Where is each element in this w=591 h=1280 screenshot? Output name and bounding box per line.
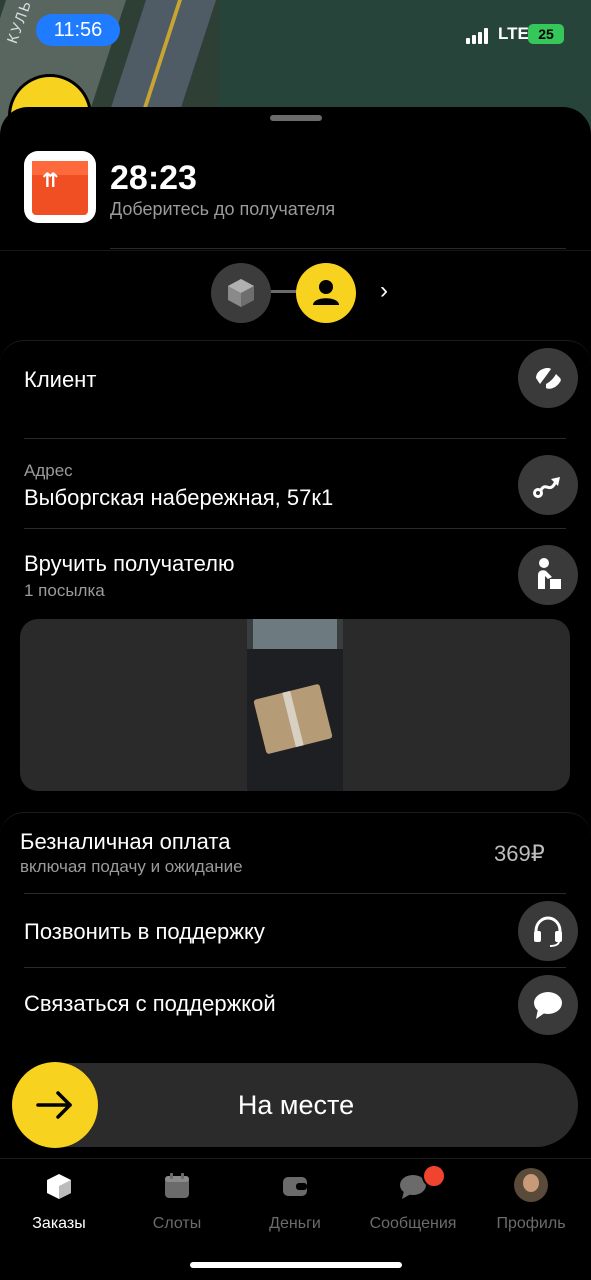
divider [24,438,566,439]
tab-label: Сообщения [369,1215,457,1232]
route-icon [533,477,560,498]
navigate-button[interactable] [518,455,578,515]
handover-icon [538,558,561,589]
status-time[interactable]: 11:56 [36,14,120,46]
tab-slots[interactable]: Слоты [118,1169,236,1239]
handover-count: 1 посылка [24,581,105,600]
sheet-grabber[interactable] [270,115,322,121]
call-client-button[interactable] [518,348,578,408]
call-support-button[interactable] [518,901,578,961]
avatar[interactable] [514,1168,548,1202]
tab-money[interactable]: Деньги [236,1169,354,1239]
package-icon [228,279,254,307]
contact-support-button[interactable] [518,975,578,1035]
arrived-button-label[interactable]: На месте [14,1063,578,1147]
tab-orders[interactable]: Заказы [0,1169,118,1239]
signal-icon [466,28,492,44]
call-support-label[interactable]: Позвонить в поддержку [24,919,265,945]
chevron-right-icon[interactable]: › [380,277,388,305]
payment-title: Безналичная оплата [20,829,231,854]
route-step-pickup[interactable] [211,263,271,323]
address-value[interactable]: Выборгская набережная, 57к1 [24,485,333,511]
route-step-recipient[interactable] [296,263,356,323]
payment-subtitle: включая подачу и ожидание [20,857,243,876]
address-caption: Адрес [24,461,73,480]
home-indicator[interactable] [190,1262,402,1268]
delivery-box-icon: ⇈ [24,151,96,223]
person-icon [313,280,339,305]
divider [24,893,566,894]
divider [24,528,566,529]
order-header-sheet[interactable]: ⇈ 28:23 Доберитесь до получателя › [0,107,591,335]
network-type: LTE [498,24,529,43]
divider [24,967,566,968]
parcel-photo-card[interactable] [20,619,570,791]
tab-label: Профиль [496,1215,566,1232]
contact-support-label[interactable]: Связаться с поддержкой [24,991,276,1017]
client-label[interactable]: Клиент [24,367,96,393]
divider [110,248,566,249]
tab-label: Деньги [269,1215,321,1232]
wallet-icon [283,1177,307,1196]
battery-level: 25 [538,26,554,42]
orders-icon [47,1174,71,1199]
delivery-details-card: Клиент Адрес Выборгская набережная, 57к1… [0,340,591,806]
handover-button[interactable] [518,545,578,605]
headset-icon [534,916,562,947]
countdown-timer: 28:23 [110,159,197,197]
status-bar: 11:56 LTE 25 [0,0,591,60]
handover-title[interactable]: Вручить получателю [24,551,234,577]
parcel-photo[interactable] [247,619,343,791]
divider [0,250,591,251]
calendar-icon [165,1173,189,1198]
order-price: 369₽ [494,841,545,866]
tab-label: Слоты [152,1215,202,1232]
order-status-text: Доберитесь до получателя [110,199,336,219]
arrow-right-icon [36,1091,72,1119]
phone-chat-icon [536,368,561,389]
tab-messages[interactable]: Сообщения [354,1169,472,1239]
battery-icon: 25 [528,24,564,44]
arrived-slider-handle[interactable] [12,1062,98,1148]
chat-bubble-icon [534,992,562,1019]
messages-badge [422,1164,446,1188]
tab-label: Заказы [32,1215,86,1232]
